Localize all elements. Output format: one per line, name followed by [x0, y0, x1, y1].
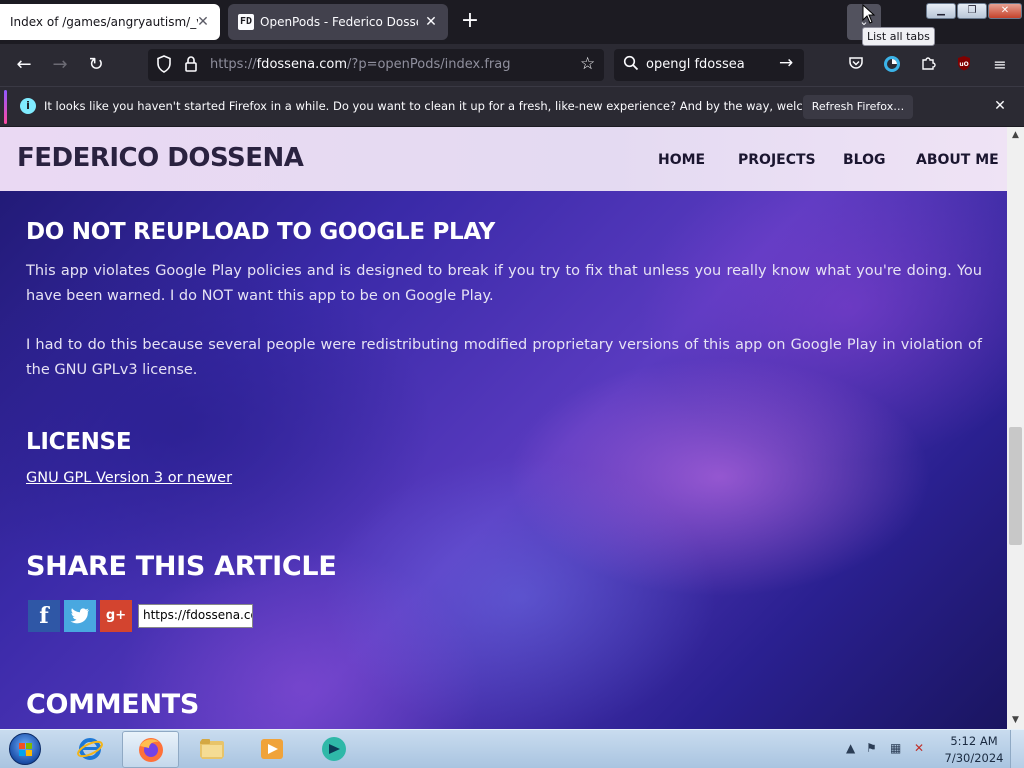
internet-explorer-icon	[77, 738, 103, 760]
taskbar-media-player[interactable]	[244, 731, 301, 768]
notification-accent	[4, 90, 7, 124]
lock-icon[interactable]	[184, 55, 198, 77]
action-center-flag-icon[interactable]: ⚑	[866, 741, 877, 755]
window-close-button[interactable]: ✕	[988, 3, 1022, 19]
scroll-up-arrow-icon[interactable]: ▲	[1007, 127, 1024, 144]
window-minimize-button[interactable]: ▁	[926, 3, 956, 19]
shield-icon[interactable]	[156, 55, 172, 77]
navigation-toolbar: ← → ↻ https://fdossena.com/?p=openPods/i…	[0, 44, 1024, 86]
refresh-firefox-notification: i It looks like you haven't started Fire…	[0, 86, 1024, 126]
refresh-firefox-button[interactable]: Refresh Firefox…	[803, 95, 913, 119]
url-host: fdossena.com	[256, 57, 348, 72]
volume-muted-icon[interactable]: ✕	[914, 741, 924, 755]
taskbar-internet-explorer[interactable]	[62, 731, 119, 768]
tab-close-icon[interactable]: ✕	[422, 13, 440, 31]
nav-link-blog[interactable]: BLOG	[843, 152, 886, 168]
web-page-content: FEDERICO DOSSENA HOME PROJECTS BLOG ABOU…	[0, 127, 1007, 729]
windows-taskbar: ▲ ⚑ ▦ ✕ 5:12 AM 7/30/2024	[0, 729, 1024, 768]
vertical-scrollbar[interactable]: ▲ ▼	[1007, 127, 1024, 729]
fd-favicon-icon: FD	[238, 14, 254, 30]
scroll-down-arrow-icon[interactable]: ▼	[1007, 712, 1024, 729]
close-notification-icon[interactable]: ✕	[991, 97, 1009, 115]
tooltip: List all tabs	[862, 27, 935, 46]
app-icon	[322, 737, 346, 761]
site-header: FEDERICO DOSSENA HOME PROJECTS BLOG ABOU…	[0, 127, 1007, 191]
windows-logo-icon	[9, 733, 41, 765]
reload-button[interactable]: ↻	[82, 51, 110, 79]
scrollbar-thumb[interactable]	[1009, 427, 1022, 545]
site-title[interactable]: FEDERICO DOSSENA	[17, 143, 304, 173]
start-button[interactable]	[4, 731, 46, 768]
nav-link-about[interactable]: ABOUT ME	[916, 152, 999, 168]
hamburger-menu-icon[interactable]: ≡	[990, 55, 1010, 75]
search-bar[interactable]: opengl fdossea →	[614, 49, 804, 81]
svg-text:uO: uO	[959, 61, 968, 68]
tab-title: Index of /games/angryautism/_vanilla	[10, 15, 198, 29]
url-path: /?p=openPods/index.frag	[347, 57, 511, 72]
new-tab-button[interactable]: +	[458, 10, 482, 34]
info-icon: i	[20, 98, 36, 114]
search-input[interactable]: opengl fdossea	[646, 57, 745, 72]
tab-openpods[interactable]: FD OpenPods - Federico Dossena ✕	[228, 4, 448, 40]
paragraph-warning: This app violates Google Play policies a…	[26, 263, 982, 304]
twitter-share-icon[interactable]	[64, 600, 96, 632]
taskbar-app[interactable]	[306, 731, 363, 768]
forward-button[interactable]: →	[46, 51, 74, 79]
folder-icon	[200, 739, 224, 759]
url-prefix: https://	[210, 57, 257, 72]
mouse-cursor-icon	[862, 4, 876, 24]
network-icon[interactable]: ▦	[890, 741, 901, 755]
search-go-arrow-icon[interactable]: →	[779, 53, 793, 73]
back-button[interactable]: ←	[10, 51, 38, 79]
extensions-puzzle-icon[interactable]	[918, 55, 938, 75]
search-icon	[623, 55, 639, 75]
tab-index-games[interactable]: Index of /games/angryautism/_vanilla ✕	[0, 4, 220, 40]
section-heading-no-reupload: DO NOT REUPLOAD TO GOOGLE PLAY	[26, 219, 496, 245]
googleplus-share-icon[interactable]: g+	[100, 600, 132, 632]
license-link[interactable]: GNU GPL Version 3 or newer	[26, 470, 232, 486]
taskbar-firefox[interactable]	[122, 731, 179, 768]
url-bar[interactable]: https://fdossena.com/?p=openPods/index.f…	[148, 49, 604, 81]
section-heading-comments: COMMENTS	[26, 689, 200, 720]
paragraph-reason: I had to do this because several people …	[26, 337, 982, 378]
ublock-origin-icon[interactable]: uO	[954, 55, 974, 75]
nav-link-home[interactable]: HOME	[658, 152, 705, 168]
bookmark-star-icon[interactable]: ☆	[580, 54, 595, 74]
taskbar-file-explorer[interactable]	[184, 731, 241, 768]
media-player-icon	[261, 739, 283, 759]
section-heading-license: LICENSE	[26, 429, 132, 455]
show-hidden-icons-icon[interactable]: ▲	[846, 741, 855, 755]
show-desktop-button[interactable]	[1010, 730, 1024, 768]
tab-title: OpenPods - Federico Dossena	[260, 15, 418, 29]
nav-link-projects[interactable]: PROJECTS	[738, 152, 816, 168]
facebook-share-icon[interactable]: f	[28, 600, 60, 632]
tab-close-icon[interactable]: ✕	[194, 13, 212, 31]
pocket-icon[interactable]	[846, 55, 866, 75]
firefox-icon	[139, 738, 163, 762]
clock-time[interactable]: 5:12 AM	[944, 734, 1004, 748]
url-text[interactable]: https://fdossena.com/?p=openPods/index.f…	[210, 57, 511, 72]
notification-message: It looks like you haven't started Firefo…	[44, 99, 864, 113]
section-heading-share: SHARE THIS ARTICLE	[26, 551, 337, 582]
share-url-field[interactable]: https://fdossena.com/?p=openPods/index.f…	[138, 604, 253, 628]
account-sync-icon[interactable]	[882, 55, 902, 75]
window-restore-button[interactable]: ❐	[957, 3, 987, 19]
clock-date[interactable]: 7/30/2024	[944, 751, 1004, 765]
